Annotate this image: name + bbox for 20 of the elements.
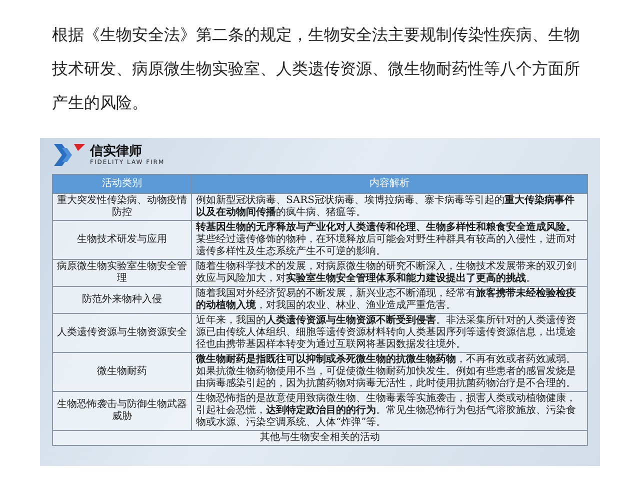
analysis-cell: 随着我国对外经济贸易的不断发展，新兴业态不断涌现，经常有旅客携带未经检验检疫的动植物入境，对我国的农业、林业、渔业造成严重危害。 bbox=[192, 286, 588, 314]
footer-cell: 其他与生物安全相关的活动 bbox=[52, 430, 588, 446]
column-header: 活动类别 bbox=[52, 174, 192, 194]
logo-name: 信实律师 bbox=[90, 144, 143, 159]
analysis-cell: 微生物耐药是指既往可以抑制或杀死微生物的抗微生物药物，不再有效或者药效减弱。如果抗微生物药物使用不当，可促使微生物耐药加快发生。例如有些患者的感冒发烧是由病毒感染引起的，因为抗菌药物对病毒无活性，此时使用抗菌药物治疗是不合理的。 bbox=[192, 352, 588, 392]
category-cell: 重大突发性传染病、动物疫情防控 bbox=[52, 194, 192, 220]
intro-paragraph: 根据《生物安全法》第二条的规定，生物安全法主要规制传染性疾病、生物技术研发、病原微生物实验室、人类遗传资源、微生物耐药性等八个方面所产生的风险。 bbox=[51, 24, 581, 114]
category-cell: 生物恐怖袭击与防御生物武器威胁 bbox=[52, 392, 192, 430]
category-cell: 病原微生物实验室生物安全管理 bbox=[52, 260, 192, 286]
analysis-cell: 随着生物科学技术的发展，对病原微生物的研究不断深入，生物技术发展带来的双刃剑效应与风险加大，对实验室生物安全管理体系和能力建设提出了更高的挑战。 bbox=[192, 260, 588, 286]
logo-icon bbox=[52, 142, 86, 168]
analysis-cell: 近年来，我国的人类遗传资源与生物资源不断受到侵害。非法采集所针对的人类遗传资源已由传统人体组织、细胞等遗传资源材料转向人类基因序列等遗传资源信息，出境途径也由携带基因样本转变为通过互联网将基因数据发往境外。 bbox=[192, 314, 588, 352]
category-cell: 生物技术研发与应用 bbox=[52, 220, 192, 260]
category-cell: 微生物耐药 bbox=[52, 352, 192, 392]
analysis-cell: 转基因生物的无序释放与产业化对人类遗传和伦理、生物多样性和粮食安全造成风险。某些经过遗传修饰的物种，在环境释放后可能会对野生种群具有较高的入侵性，进而对遗传多样性及生态系统产生不可逆的影响。 bbox=[192, 220, 588, 260]
column-header: 内容解析 bbox=[192, 174, 588, 194]
analysis-cell: 例如新型冠状病毒、SARS冠状病毒、埃博拉病毒、寨卡病毒等引起的重大传染病事件以及在动物间传播的疯牛病、猪瘟等。 bbox=[192, 194, 588, 220]
analysis-cell: 生物恐怖指的是故意使用致病微生物、生物毒素等实施袭击，损害人类或动植物健康，引起社会恐慌，达到特定政治目的的行为。常见生物恐怖行为包括气溶胶施放、污染食物或水源、污染空调系统、人体“炸弹”等。 bbox=[192, 392, 588, 430]
category-cell: 防范外来物种入侵 bbox=[52, 286, 192, 314]
category-cell: 人类遗传资源与生物资源安全 bbox=[52, 314, 192, 352]
